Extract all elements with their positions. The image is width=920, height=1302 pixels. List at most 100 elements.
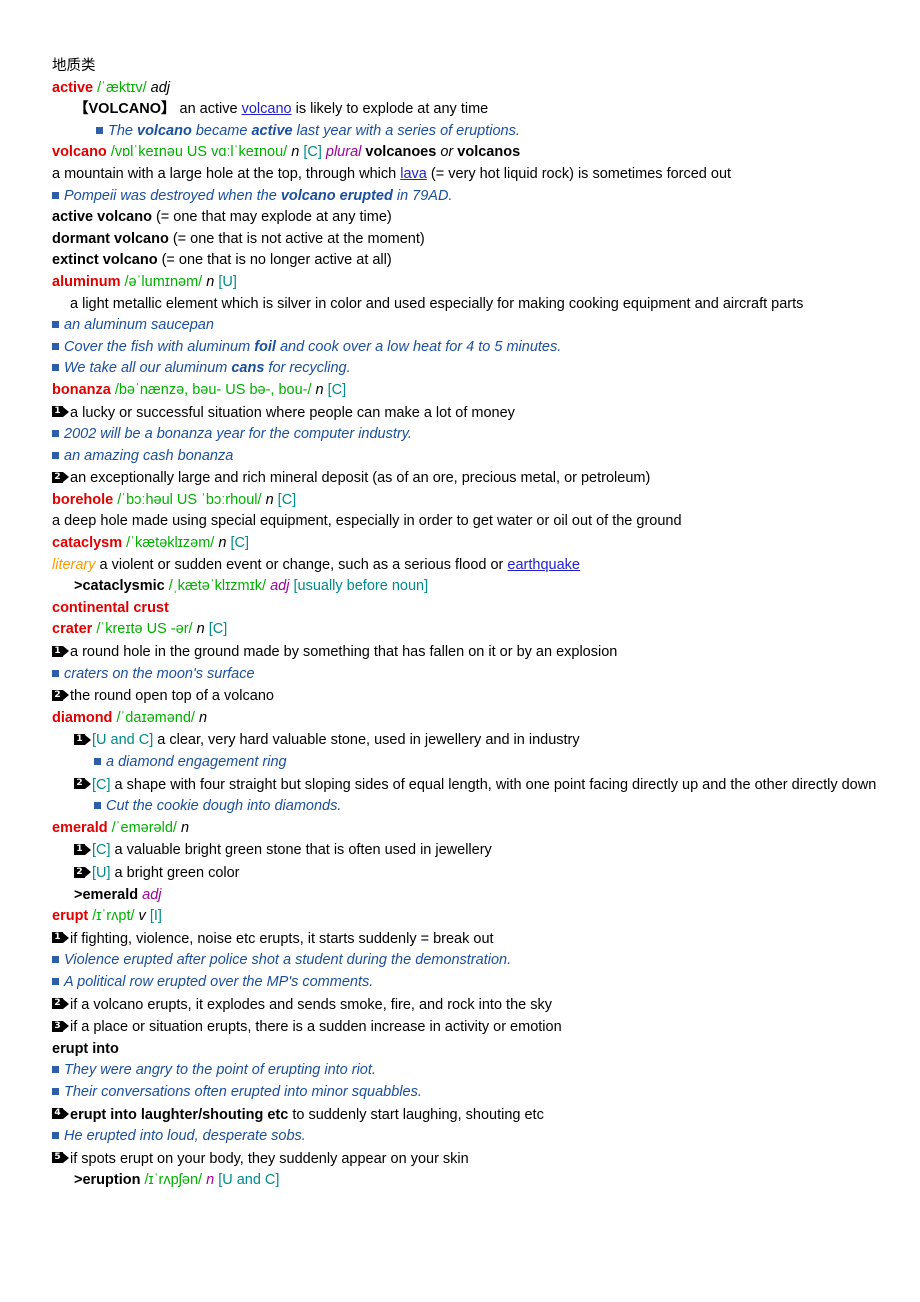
definition-text: if fighting, violence, noise etc erupts,… xyxy=(70,930,494,947)
sense-number-marker: 2 xyxy=(74,862,91,884)
example-text: Pompeii was destroyed when the xyxy=(64,187,281,204)
example-text: He erupted into loud, desperate sobs. xyxy=(64,1128,306,1145)
sense-number: 2 xyxy=(52,689,63,701)
sense-number-marker: 1 xyxy=(74,839,91,861)
collocation-term: extinct volcano xyxy=(52,252,158,269)
entry-headword-aluminum: aluminum /əˈlumɪnəm/ n [U] xyxy=(52,272,900,294)
definition-text: an active xyxy=(175,101,242,118)
definition-text: if a place or situation erupts, there is… xyxy=(70,1019,562,1036)
example-bullet-icon xyxy=(52,1087,61,1097)
definition-text: a round hole in the ground made by somet… xyxy=(70,644,618,661)
entry-headword-emerald: emerald /ˈemərəld/ n xyxy=(52,818,900,840)
sense-arrow-icon xyxy=(63,646,69,657)
sense-definition: 5 if spots erupt on your body, they sudde… xyxy=(52,1148,900,1171)
entry-headword-volcano: volcano /vɒlˈkeɪnəu US vɑːlˈkeɪnou/ n [C… xyxy=(52,142,900,164)
signpost-label: 【VOLCANO】 xyxy=(74,101,176,118)
example-bullet-icon xyxy=(52,1066,61,1076)
part-of-speech: n xyxy=(206,273,215,290)
sense-number-marker: 1 xyxy=(74,729,91,751)
part-of-speech: n xyxy=(180,819,190,836)
example-text-post: for recycling. xyxy=(264,360,351,377)
pronunciation: /ˈbɔːhəul US ˈbɔːrhoul/ xyxy=(117,491,262,508)
dictionary-page: 地质类 active /ˈæktɪv/ adj 【VOLCANO】 an act… xyxy=(0,0,920,1302)
entry-headword-crater: crater /ˈkreɪtə US -ər/ n [C] xyxy=(52,619,900,641)
example-bold-1: cans xyxy=(231,360,265,377)
sense-definition: 2 the round open top of a volcano xyxy=(52,685,900,708)
part-of-speech: n xyxy=(265,491,274,508)
example-line: craters on the moon's surface xyxy=(52,664,900,686)
example-bullet-icon xyxy=(52,956,61,966)
sense-grammar-label: [U] xyxy=(92,864,111,881)
example-text: 2002 will be a bonanza year for the comp… xyxy=(64,426,412,443)
example-text-mid: became xyxy=(191,122,252,139)
example-text: Violence erupted after police shot a stu… xyxy=(64,952,512,969)
grammar-label: [C] xyxy=(230,535,249,552)
headword-text: crater xyxy=(52,621,93,638)
example-text: Their conversations often erupted into m… xyxy=(64,1083,422,1100)
sense-arrow-icon xyxy=(85,778,91,789)
pronunciation: /əˈlumɪnəm/ xyxy=(124,273,203,290)
example-bold-1: volcano erupted xyxy=(280,187,393,204)
definition-text: a bright green color xyxy=(110,864,240,881)
example-bullet-icon xyxy=(52,364,61,374)
sense-number-marker: 1 xyxy=(52,928,69,950)
derived-pronunciation: /ˌkætəˈklɪzmɪk/ xyxy=(168,578,267,595)
grammar-label: [C] xyxy=(303,144,322,161)
definition-text: a mountain with a large hole at the top,… xyxy=(52,165,401,182)
sense-number: 5 xyxy=(52,1152,63,1164)
sense-definition: 【VOLCANO】 an active volcano is likely to… xyxy=(74,99,900,121)
definition-text: to suddenly start laughing, shouting etc xyxy=(288,1106,544,1123)
example-line: They were angry to the point of erupting… xyxy=(52,1060,900,1082)
entry-headword-erupt: erupt /ɪˈrʌpt/ v [I] xyxy=(52,906,900,928)
example-text: craters on the moon's surface xyxy=(64,665,255,682)
example-text: A political row erupted over the MP's co… xyxy=(64,973,374,990)
cross-reference-link[interactable]: earthquake xyxy=(507,557,580,573)
sense-definition: a deep hole made using special equipment… xyxy=(52,511,900,533)
category-label: 地质类 xyxy=(52,58,96,74)
grammar-label: [C] xyxy=(327,381,347,398)
example-bullet-icon xyxy=(52,430,61,440)
entry-headword-active: active /ˈæktɪv/ adj xyxy=(52,78,900,100)
derived-part-of-speech: adj xyxy=(270,578,290,595)
sense-arrow-icon xyxy=(63,1152,69,1163)
sense-bold-lead: erupt into laughter/shouting etc xyxy=(70,1106,289,1123)
plural-form-1: volcanoes xyxy=(365,144,437,161)
example-line: Pompeii was destroyed when the volcano e… xyxy=(52,186,900,208)
sense-definition: 2 an exceptionally large and rich mineral… xyxy=(52,467,900,490)
sense-number-marker: 4 xyxy=(52,1104,69,1126)
collocation-line: extinct volcano (= one that is no longer… xyxy=(52,250,900,272)
sense-definition: 1 [C] a valuable bright green stone that … xyxy=(74,839,900,862)
definition-text: a light metallic element which is silver… xyxy=(70,295,804,312)
example-line: A political row erupted over the MP's co… xyxy=(52,972,900,994)
example-bullet-icon xyxy=(52,342,61,352)
derived-form-line: >emerald adj xyxy=(74,885,900,907)
cross-reference-link[interactable]: lava xyxy=(400,166,427,182)
grammar-label: [C] xyxy=(277,491,297,508)
example-text: The xyxy=(108,122,138,139)
pronunciation: /bəˈnænzə, bəu- US bə-, bou-/ xyxy=(114,381,312,398)
sense-grammar-label: [U and C] xyxy=(92,732,154,749)
sense-definition: 4 erupt into laughter/shouting etc to sud… xyxy=(52,1104,900,1127)
derived-word: cataclysmic xyxy=(82,578,165,595)
example-bullet-icon xyxy=(94,802,103,812)
cross-reference-link[interactable]: volcano xyxy=(242,101,292,117)
grammar-label: [U] xyxy=(218,273,237,290)
example-bold-1: volcano xyxy=(137,122,192,139)
sense-number: 4 xyxy=(52,1108,63,1120)
headword-text: active xyxy=(52,79,94,96)
example-text: Cut the cookie dough into diamonds. xyxy=(106,798,342,815)
entry-headword-continental-crust: continental crust xyxy=(52,598,900,620)
headword-text: volcano xyxy=(52,144,107,161)
sense-arrow-icon xyxy=(85,734,91,745)
headword-text: emerald xyxy=(52,819,108,836)
part-of-speech: n xyxy=(199,709,208,726)
example-bullet-icon xyxy=(52,191,61,201)
sense-grammar-label: [C] xyxy=(92,842,111,859)
phrase-heading-line: erupt into xyxy=(52,1039,900,1061)
entry-headword-cataclysm: cataclysm /ˈkætəklɪzəm/ n [C] xyxy=(52,533,900,555)
definition-text-cont: is likely to explode at any time xyxy=(291,101,489,118)
sense-number: 2 xyxy=(74,866,85,878)
headword-text: diamond xyxy=(52,709,113,726)
derived-grammar-label: [U and C] xyxy=(218,1172,280,1189)
sense-number: 1 xyxy=(74,734,85,746)
